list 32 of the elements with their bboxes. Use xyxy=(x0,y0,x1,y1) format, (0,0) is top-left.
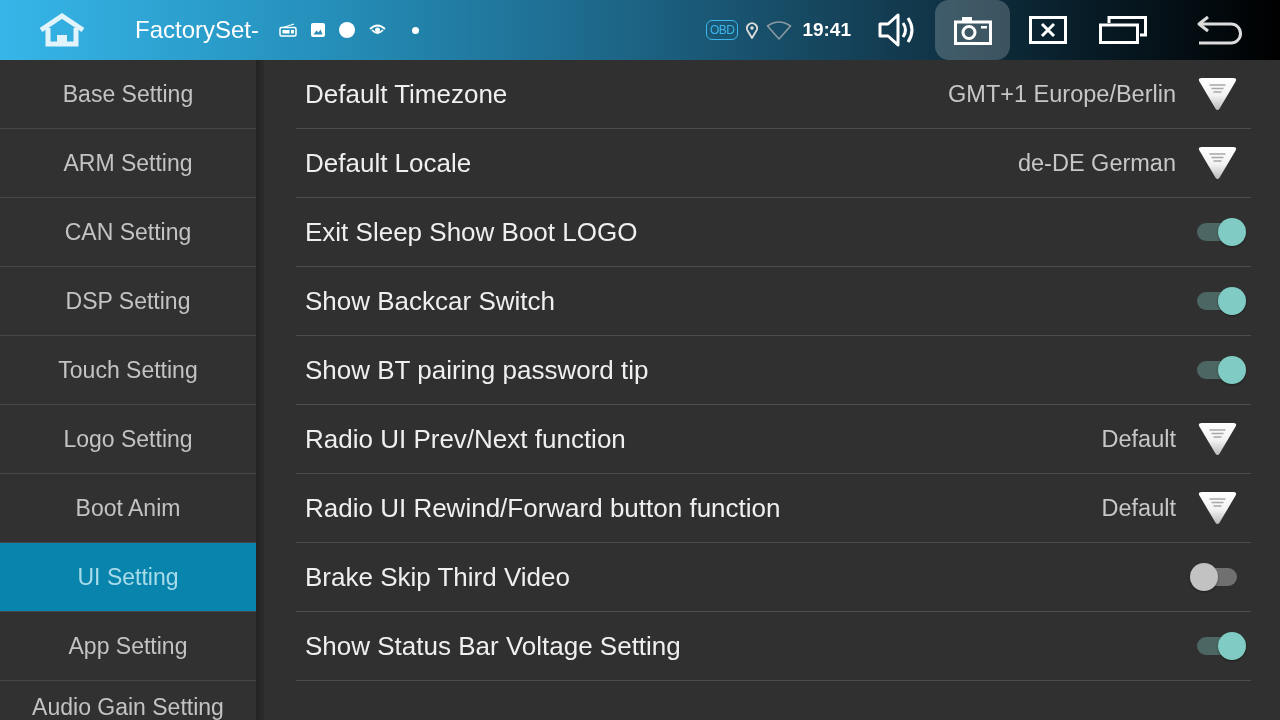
setting-label: Show Backcar Switch xyxy=(305,285,555,317)
setting-label: Radio UI Prev/Next function xyxy=(305,423,626,455)
setting-label: Default Locale xyxy=(305,147,472,179)
setting-label: Default Timezone xyxy=(305,78,508,110)
dropdown-select[interactable]: Default xyxy=(1101,422,1238,456)
wifi-icon xyxy=(766,20,793,40)
dropdown-triangle-icon xyxy=(1197,422,1238,456)
toolbar-button[interactable] xyxy=(935,0,1010,60)
obd-badge: OBD xyxy=(705,20,739,40)
image-icon xyxy=(311,23,326,37)
setting-label: Brake Skip Third Video xyxy=(305,561,570,593)
setting-label: Show BT pairing password tip xyxy=(305,354,649,386)
dropdown-triangle-icon xyxy=(1197,77,1238,111)
dropdown-triangle-icon xyxy=(1197,491,1238,525)
app-title: FactorySet- xyxy=(135,16,260,44)
setting-label: Radio UI Rewind/Forward button function xyxy=(305,492,781,524)
circle-icon xyxy=(339,22,356,38)
dropdown-triangle-icon xyxy=(1197,146,1238,180)
eye-icon xyxy=(369,24,387,36)
dot-icon xyxy=(412,26,420,34)
radio-icon xyxy=(279,23,298,37)
close-window-icon xyxy=(1028,16,1067,44)
stacked-windows-icon xyxy=(1098,16,1147,44)
dropdown-select[interactable]: GMT+1 Europe/Berlin xyxy=(948,77,1238,111)
dropdown-select[interactable]: Default xyxy=(1101,491,1238,525)
clock-time: 19:41 xyxy=(802,19,851,41)
setting-label: Exit Sleep Show Boot LOGO xyxy=(305,216,638,248)
dropdown-select[interactable]: de-DE German xyxy=(1017,146,1238,180)
setting-label: Show Status Bar Voltage Setting xyxy=(305,630,681,662)
location-pin-icon xyxy=(746,21,759,39)
sidebar-item[interactable]: Audio Gain Setting xyxy=(0,681,256,720)
camera-icon xyxy=(953,15,992,45)
